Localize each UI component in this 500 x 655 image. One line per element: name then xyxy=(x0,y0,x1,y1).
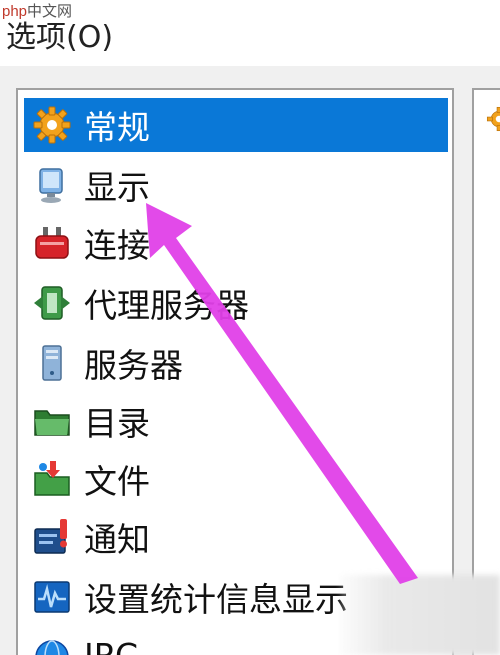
category-item-general[interactable]: 常规 xyxy=(24,98,448,152)
category-item-files[interactable]: 文件 xyxy=(24,452,448,506)
notification-icon xyxy=(30,515,74,559)
settings-panel xyxy=(472,88,500,655)
category-list[interactable]: 常规 显示 连接 代理服务器 服务器 目录 文件 通知 设置统计信息显示 IRC xyxy=(16,88,454,655)
folder-icon xyxy=(30,399,74,443)
category-item-display[interactable]: 显示 xyxy=(24,158,448,212)
globe-icon xyxy=(30,633,74,655)
window-title: 选项(O) xyxy=(6,20,114,55)
file-download-icon xyxy=(30,457,74,501)
category-item-proxy[interactable]: 代理服务器 xyxy=(24,276,448,330)
category-item-directory[interactable]: 目录 xyxy=(24,394,448,448)
monitor-icon xyxy=(30,163,74,207)
category-label-files: 文件 xyxy=(84,462,150,501)
plug-icon xyxy=(30,221,74,265)
category-label-notification: 通知 xyxy=(84,520,150,559)
category-item-server[interactable]: 服务器 xyxy=(24,336,448,390)
blur-patch xyxy=(340,575,500,655)
category-label-server: 服务器 xyxy=(84,346,183,385)
proxy-icon xyxy=(30,281,74,325)
gear-icon xyxy=(30,103,74,147)
category-label-connection: 连接 xyxy=(84,226,150,265)
category-item-connection[interactable]: 连接 xyxy=(24,216,448,270)
category-label-general: 常规 xyxy=(84,108,150,147)
category-label-display: 显示 xyxy=(84,168,150,207)
category-item-notification[interactable]: 通知 xyxy=(24,510,448,564)
gear-icon xyxy=(486,106,500,136)
category-label-irc: IRC xyxy=(84,635,139,655)
category-label-directory: 目录 xyxy=(84,404,150,443)
category-label-statistics: 设置统计信息显示 xyxy=(84,580,348,619)
statistics-icon xyxy=(30,575,74,619)
screenshot-page: php中文网 选项(O) 常规 显示 连接 代理服务器 服务器 目录 文件 通知… xyxy=(0,0,500,655)
server-icon xyxy=(30,341,74,385)
category-label-proxy: 代理服务器 xyxy=(84,286,249,325)
